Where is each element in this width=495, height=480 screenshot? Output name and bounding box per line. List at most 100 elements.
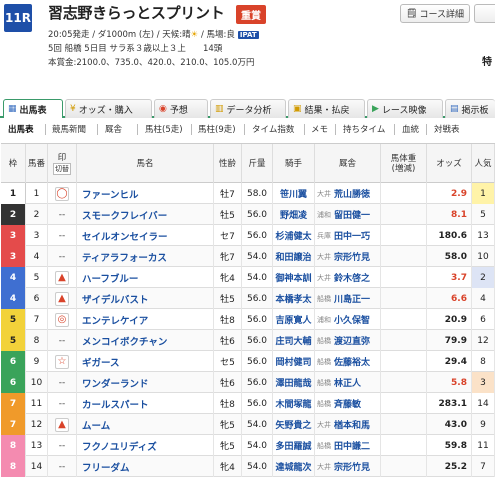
course-detail-button[interactable]: 🗒 コース詳細 bbox=[400, 4, 470, 23]
trainer-link[interactable]: 宗形竹見 bbox=[334, 250, 370, 263]
table-row[interactable]: 6 10 -- ワンダーランド 牡6 56.0 澤田龍哉 船橋 林正人 5.8 3 bbox=[1, 372, 495, 393]
mark-cell[interactable]: -- bbox=[48, 225, 77, 246]
mark-empty[interactable]: -- bbox=[55, 460, 69, 474]
table-row[interactable]: 5 7 ◎ エンテレケイア 牡8 56.0 吉原寛人 浦和 小久保智 20.9 6 bbox=[1, 309, 495, 330]
subtab-best-time[interactable]: 持ちタイム bbox=[343, 123, 385, 135]
trainer-link[interactable]: 宗形竹見 bbox=[334, 460, 370, 473]
horse-name-link[interactable]: ムーム bbox=[77, 414, 214, 435]
odds-value[interactable]: 3.7 bbox=[427, 267, 472, 288]
jockey-link[interactable]: 澤田龍哉 bbox=[273, 372, 315, 393]
horse-name-link[interactable]: ファーンヒル bbox=[77, 183, 214, 204]
mark-empty[interactable]: -- bbox=[55, 397, 69, 411]
mark-cell[interactable]: ▲ bbox=[48, 288, 77, 309]
triangle-mark-icon[interactable]: ▲ bbox=[55, 291, 69, 306]
trainer-link[interactable]: 小久保智 bbox=[334, 313, 370, 326]
odds-value[interactable]: 283.1 bbox=[427, 393, 472, 414]
triangle-mark-icon[interactable]: ▲ bbox=[55, 417, 69, 432]
mark-cell[interactable]: -- bbox=[48, 456, 77, 477]
odds-value[interactable]: 6.6 bbox=[427, 288, 472, 309]
jockey-link[interactable]: 木間塚龍 bbox=[273, 393, 315, 414]
jockey-link[interactable]: 吉原寛人 bbox=[273, 309, 315, 330]
trainer-link[interactable]: 田中一巧 bbox=[334, 229, 370, 242]
trainer-link[interactable]: 留田健一 bbox=[334, 208, 370, 221]
mark-cell[interactable]: ▲ bbox=[48, 414, 77, 435]
horse-name-link[interactable]: エンテレケイア bbox=[77, 309, 214, 330]
subtab-stable[interactable]: 厩舎 bbox=[105, 123, 122, 135]
trainer-link[interactable]: 斉藤敏 bbox=[334, 397, 361, 410]
mark-cell[interactable]: -- bbox=[48, 372, 77, 393]
horse-name-link[interactable]: ワンダーランド bbox=[77, 372, 214, 393]
mark-cell[interactable]: -- bbox=[48, 204, 77, 225]
jockey-link[interactable]: 杉浦健太 bbox=[273, 225, 315, 246]
tab-data-analysis[interactable]: ▥ データ分析 bbox=[210, 99, 286, 118]
jockey-link[interactable]: 笹川翼 bbox=[273, 183, 315, 204]
horse-name-link[interactable]: ギガース bbox=[77, 351, 214, 372]
tab-race-video[interactable]: ▶ レース映像 bbox=[367, 99, 443, 118]
subtab-past9[interactable]: 馬柱(9走) bbox=[198, 123, 236, 135]
odds-value[interactable]: 8.1 bbox=[427, 204, 472, 225]
circle-mark-icon[interactable]: ◯ bbox=[55, 186, 69, 201]
table-row[interactable]: 8 14 -- フリーダム 牝4 54.0 達城龍次 大井 宗形竹見 25.2 7 bbox=[1, 456, 495, 477]
horse-name-link[interactable]: フリーダム bbox=[77, 456, 214, 477]
table-row[interactable]: 1 1 ◯ ファーンヒル 牡7 58.0 笹川翼 大井 荒山勝徳 2.9 1 bbox=[1, 183, 495, 204]
subtab-memo[interactable]: メモ bbox=[311, 123, 328, 135]
horse-name-link[interactable]: スモークフレイバー bbox=[77, 204, 214, 225]
horse-name-link[interactable]: ティアラフォーカス bbox=[77, 246, 214, 267]
horse-name-link[interactable]: セイルオンセイラー bbox=[77, 225, 214, 246]
table-row[interactable]: 3 4 -- ティアラフォーカス 牝7 54.0 和田譲治 大井 宗形竹見 58.… bbox=[1, 246, 495, 267]
more-button[interactable] bbox=[474, 4, 495, 23]
odds-value[interactable]: 5.8 bbox=[427, 372, 472, 393]
trainer-link[interactable]: 田中謙二 bbox=[334, 439, 370, 452]
jockey-link[interactable]: 御神本訓 bbox=[273, 267, 315, 288]
horse-name-link[interactable]: カールスパート bbox=[77, 393, 214, 414]
subtab-matchup[interactable]: 対戦表 bbox=[434, 123, 460, 135]
mark-empty[interactable]: -- bbox=[55, 229, 69, 243]
table-row[interactable]: 7 11 -- カールスパート 牡8 56.0 木間塚龍 船橋 斉藤敏 283.1… bbox=[1, 393, 495, 414]
trainer-link[interactable]: 林正人 bbox=[334, 376, 361, 389]
odds-value[interactable]: 58.0 bbox=[427, 246, 472, 267]
table-row[interactable]: 5 8 -- メンコイボクチャン 牡6 56.0 庄司大輔 船橋 渡辺直弥 79.… bbox=[1, 330, 495, 351]
odds-value[interactable]: 59.8 bbox=[427, 435, 472, 456]
table-row[interactable]: 8 13 -- フクノユリディズ 牝5 54.0 多田羅誠 船橋 田中謙二 59.… bbox=[1, 435, 495, 456]
mark-cell[interactable]: ◯ bbox=[48, 183, 77, 204]
trainer-link[interactable]: 鈴木啓之 bbox=[334, 271, 370, 284]
subtab-pedigree[interactable]: 血統 bbox=[402, 123, 419, 135]
mark-empty[interactable]: -- bbox=[55, 334, 69, 348]
col-mark[interactable]: 印切替 bbox=[48, 144, 77, 184]
odds-value[interactable]: 79.9 bbox=[427, 330, 472, 351]
odds-value[interactable]: 29.4 bbox=[427, 351, 472, 372]
tab-board[interactable]: ▤ 掲示板 bbox=[445, 99, 495, 118]
table-row[interactable]: 7 12 ▲ ムーム 牝5 54.0 矢野貴之 大井 楢本和馬 43.0 9 bbox=[1, 414, 495, 435]
odds-value[interactable]: 180.6 bbox=[427, 225, 472, 246]
mark-empty[interactable]: -- bbox=[55, 439, 69, 453]
mark-cell[interactable]: ☆ bbox=[48, 351, 77, 372]
mark-cell[interactable]: ◎ bbox=[48, 309, 77, 330]
trainer-link[interactable]: 川島正一 bbox=[334, 292, 370, 305]
jockey-link[interactable]: 多田羅誠 bbox=[273, 435, 315, 456]
subtab-entry[interactable]: 出馬表 bbox=[8, 123, 34, 135]
subtab-past5[interactable]: 馬柱(5走) bbox=[145, 123, 183, 135]
triangle-mark-icon[interactable]: ▲ bbox=[55, 270, 69, 285]
mark-empty[interactable]: -- bbox=[55, 250, 69, 264]
table-row[interactable]: 4 5 ▲ ハーフブルー 牝4 54.0 御神本訓 大井 鈴木啓之 3.7 2 bbox=[1, 267, 495, 288]
ipat-badge[interactable]: IPAT bbox=[237, 31, 259, 39]
jockey-link[interactable]: 和田譲治 bbox=[273, 246, 315, 267]
horse-name-link[interactable]: フクノユリディズ bbox=[77, 435, 214, 456]
horse-name-link[interactable]: ハーフブルー bbox=[77, 267, 214, 288]
trainer-link[interactable]: 渡辺直弥 bbox=[334, 334, 370, 347]
jockey-link[interactable]: 庄司大輔 bbox=[273, 330, 315, 351]
subtab-time-index[interactable]: タイム指数 bbox=[252, 123, 294, 135]
mark-cell[interactable]: -- bbox=[48, 393, 77, 414]
mark-empty[interactable]: -- bbox=[55, 376, 69, 390]
mark-cell[interactable]: ▲ bbox=[48, 267, 77, 288]
mark-cell[interactable]: -- bbox=[48, 435, 77, 456]
tab-forecast[interactable]: ◉ 予想 bbox=[154, 99, 208, 118]
odds-value[interactable]: 20.9 bbox=[427, 309, 472, 330]
table-row[interactable]: 4 6 ▲ ザイデルバスト 牡5 56.0 本橋孝太 船橋 川島正一 6.6 4 bbox=[1, 288, 495, 309]
star-mark-icon[interactable]: ☆ bbox=[55, 354, 69, 369]
mark-cell[interactable]: -- bbox=[48, 246, 77, 267]
table-row[interactable]: 3 3 -- セイルオンセイラー セ7 56.0 杉浦健太 兵庫 田中一巧 180… bbox=[1, 225, 495, 246]
jockey-link[interactable]: 本橋孝太 bbox=[273, 288, 315, 309]
horse-name-link[interactable]: ザイデルバスト bbox=[77, 288, 214, 309]
table-row[interactable]: 2 2 -- スモークフレイバー 牡5 56.0 野畑凌 浦和 留田健一 8.1 … bbox=[1, 204, 495, 225]
